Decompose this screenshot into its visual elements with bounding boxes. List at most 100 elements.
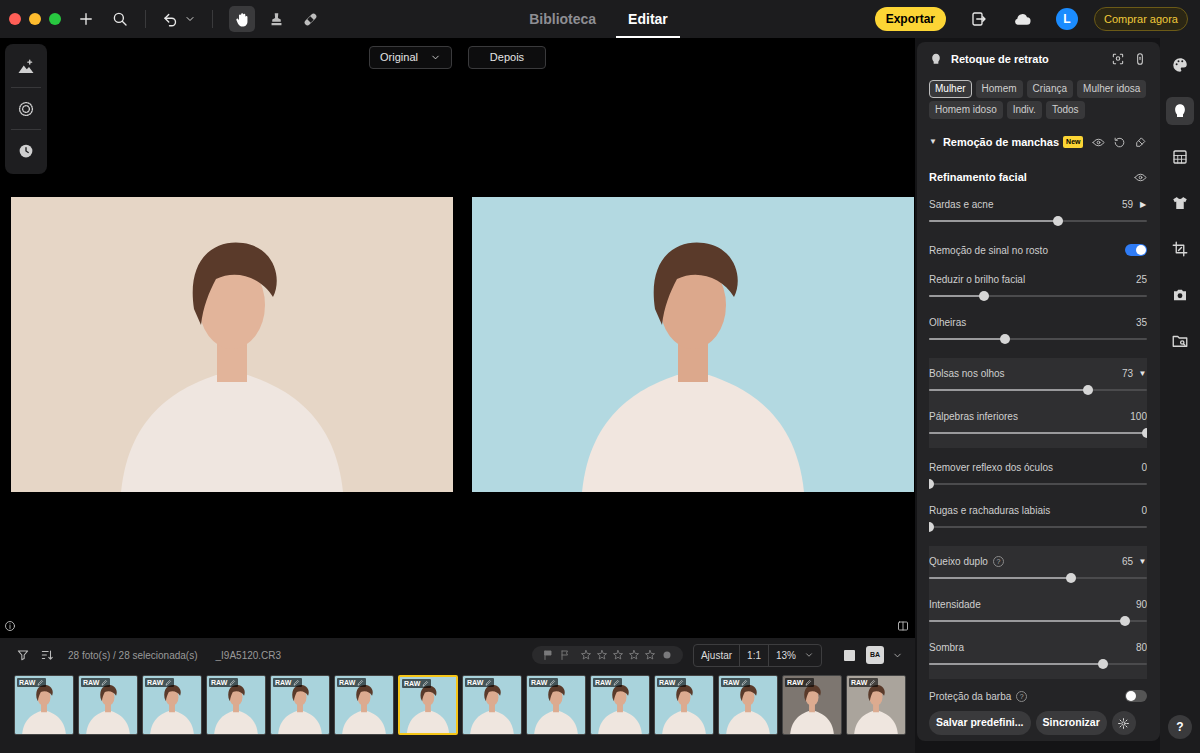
toggle-switch[interactable] [1125, 244, 1147, 256]
preset-chip[interactable]: Indiv. [1007, 101, 1042, 119]
chevron-down-icon[interactable] [184, 13, 196, 25]
fit-button[interactable]: Ajustar [694, 645, 739, 666]
toggle-switch[interactable] [1125, 690, 1147, 702]
thumbnail[interactable]: RAW [334, 675, 394, 735]
rail-button[interactable] [1166, 235, 1194, 263]
after-button[interactable]: Depois [468, 46, 546, 69]
eraser-icon[interactable] [1134, 136, 1147, 149]
help-icon[interactable]: ? [993, 556, 1004, 567]
slider-thumb[interactable] [929, 479, 934, 489]
slider-thumb[interactable] [1083, 385, 1093, 395]
thumbnail[interactable]: RAW [846, 675, 906, 735]
expand-arrow[interactable]: ▶ [1138, 199, 1147, 211]
account-avatar[interactable]: L [1056, 8, 1078, 30]
preset-chip[interactable]: Homem idoso [929, 101, 1003, 119]
zoom-button[interactable] [49, 13, 61, 25]
thumbnail[interactable]: RAW [142, 675, 202, 735]
eye-icon[interactable] [1092, 136, 1105, 149]
single-view-button[interactable] [840, 646, 858, 664]
slider-track[interactable] [929, 620, 1147, 622]
side-tool[interactable] [11, 130, 41, 172]
slider-track[interactable] [929, 577, 1147, 579]
preset-chip[interactable]: Homem [976, 80, 1023, 98]
expand-arrow[interactable]: ▼ [1138, 556, 1147, 568]
slider-value[interactable]: 35 [1136, 315, 1147, 330]
compare-view-button[interactable]: BA [866, 646, 884, 664]
share-icon[interactable] [970, 10, 988, 28]
slider-track[interactable] [929, 663, 1147, 665]
actual-size-button[interactable]: 1:1 [739, 645, 768, 666]
rail-button[interactable] [1166, 97, 1194, 125]
collapse-arrow[interactable]: ▼ [929, 136, 937, 148]
save-preset-button[interactable]: Salvar predefini... [929, 711, 1031, 735]
minimize-button[interactable] [29, 13, 41, 25]
slider-thumb[interactable] [1053, 216, 1063, 226]
thumbnail[interactable]: RAW [462, 675, 522, 735]
star-icon[interactable] [628, 649, 640, 661]
preset-chip[interactable]: Mulher idosa [1077, 80, 1146, 98]
thumbnail[interactable]: RAW [14, 675, 74, 735]
tool-button[interactable] [263, 6, 289, 32]
rail-button[interactable] [1166, 327, 1194, 355]
help-icon[interactable]: ? [1016, 691, 1027, 702]
close-button[interactable] [9, 13, 21, 25]
sort-icon[interactable] [40, 648, 54, 662]
preset-chip[interactable]: Mulher [929, 80, 972, 98]
thumbnail[interactable]: RAW [206, 675, 266, 735]
star-icon[interactable] [580, 649, 592, 661]
slider-track[interactable] [929, 338, 1147, 340]
slider-thumb[interactable] [1120, 616, 1130, 626]
chevron-down-icon[interactable] [892, 650, 903, 661]
search-icon[interactable] [111, 10, 129, 28]
before-dropdown[interactable]: Original [369, 46, 452, 69]
pick-flag-icon[interactable] [542, 649, 554, 661]
reset-icon[interactable] [1113, 136, 1126, 149]
eye-icon[interactable] [1134, 171, 1147, 184]
preset-chip[interactable]: Todos [1046, 101, 1085, 119]
tool-button[interactable] [229, 6, 255, 32]
slider-value[interactable]: 0 [1141, 503, 1147, 518]
cloud-icon[interactable] [1012, 9, 1032, 29]
slider-track[interactable] [929, 389, 1147, 391]
slider-thumb[interactable] [1066, 573, 1076, 583]
thumbnail[interactable]: RAW [718, 675, 778, 735]
zoom-dropdown[interactable]: 13% [768, 645, 821, 666]
split-view-icon[interactable] [897, 620, 909, 632]
rail-button[interactable] [1166, 189, 1194, 217]
undo-button[interactable] [162, 10, 196, 28]
slider-value[interactable]: 0 [1141, 460, 1147, 475]
tool-button[interactable] [297, 6, 323, 32]
star-icon[interactable] [644, 649, 656, 661]
sync-settings-button[interactable] [1112, 711, 1136, 735]
slider-value[interactable]: 80 [1136, 640, 1147, 655]
star-icon[interactable] [612, 649, 624, 661]
slider-value[interactable]: 65 [1122, 554, 1133, 569]
export-button[interactable]: Exportar [875, 7, 946, 31]
side-tool[interactable] [11, 46, 41, 88]
star-icon[interactable] [596, 649, 608, 661]
mode-tab[interactable]: Editar [616, 1, 680, 38]
info-icon[interactable] [4, 620, 16, 632]
buy-button[interactable]: Comprar agora [1094, 7, 1188, 32]
thumbnail[interactable]: RAW [526, 675, 586, 735]
slider-track[interactable] [929, 483, 1147, 485]
sync-button[interactable]: Sincronizar [1036, 711, 1107, 735]
slider-value[interactable]: 59 [1122, 197, 1133, 212]
help-button[interactable]: ? [1168, 715, 1192, 739]
slider-value[interactable]: 25 [1136, 272, 1147, 287]
face-detect-icon[interactable] [1111, 52, 1125, 66]
slider-thumb[interactable] [1142, 428, 1147, 438]
slider-track[interactable] [929, 295, 1147, 297]
filter-icon[interactable] [16, 648, 30, 662]
slider-thumb[interactable] [979, 291, 989, 301]
thumbnail[interactable]: RAW [398, 675, 458, 735]
star-rating[interactable] [580, 649, 656, 661]
thumbnail[interactable]: RAW [782, 675, 842, 735]
body-icon[interactable] [1133, 52, 1147, 66]
slider-value[interactable]: 100 [1130, 409, 1147, 424]
add-icon[interactable] [77, 10, 95, 28]
rail-button[interactable] [1166, 281, 1194, 309]
color-label-icon[interactable] [661, 649, 673, 661]
thumbnail[interactable]: RAW [654, 675, 714, 735]
rail-button[interactable] [1166, 51, 1194, 79]
